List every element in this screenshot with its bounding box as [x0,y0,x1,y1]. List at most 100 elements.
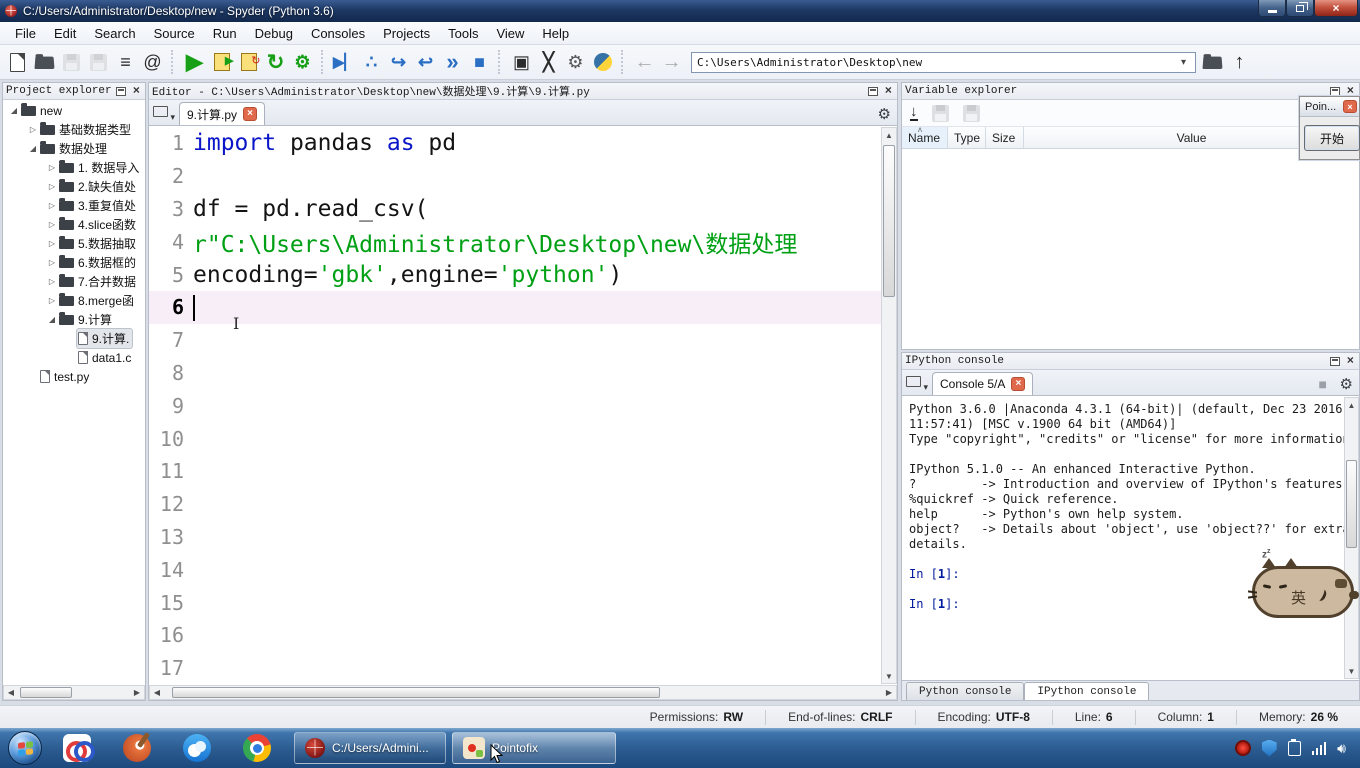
tree-item-new[interactable]: ◢ new [3,101,145,120]
scrollbar-thumb[interactable] [172,687,660,698]
code-line-5[interactable]: 5 encoding='gbk',engine='python') [149,258,881,291]
tree-item-基础数据类型[interactable]: ▷ 基础数据类型 [3,120,145,139]
directory-dropdown-icon[interactable]: ▾ [1181,57,1195,68]
code-line-17[interactable]: 17 [149,652,881,684]
scroll-up-icon[interactable]: ▲ [882,128,896,142]
run-selection-button[interactable]: ↻ [262,49,289,76]
debug-continue-button[interactable]: » [439,49,466,76]
column-header-name[interactable]: Name [902,127,948,148]
tree-item-1. 数据导入[interactable]: ▷ 1. 数据导入 [3,158,145,177]
code-line-3[interactable]: 3 df = pd.read_csv( [149,193,881,226]
tree-item-test.py[interactable]: test.py [3,367,145,386]
scroll-right-icon[interactable]: ▶ [130,686,144,699]
python-path-button[interactable] [589,49,616,76]
pointofix-title-bar[interactable]: Poin... × [1300,97,1359,117]
expand-arrow-icon[interactable]: ▷ [46,258,58,267]
rerun-cell-button[interactable]: ↻ [235,49,262,76]
tree-item-9.计算.[interactable]: 9.计算. [3,328,145,349]
undock-icon[interactable] [867,86,878,96]
network-signal-icon[interactable] [1311,741,1327,755]
close-pane-icon[interactable]: × [883,85,894,97]
collapse-arrow-icon[interactable]: ◢ [8,106,20,115]
menu-run[interactable]: Run [204,24,246,43]
interrupt-kernel-icon[interactable]: ■ [1319,376,1327,392]
paint-app-button[interactable] [114,728,160,768]
menu-consoles[interactable]: Consoles [302,24,374,43]
code-line-2[interactable]: 2 [149,160,881,193]
menu-tools[interactable]: Tools [439,24,487,43]
close-pane-icon[interactable]: × [1345,85,1356,97]
menu-search[interactable]: Search [85,24,144,43]
editor-vertical-scrollbar[interactable]: ▲ ▼ [881,127,897,684]
tools-button[interactable]: ⚙ [562,49,589,76]
volume-icon[interactable]: 🔊︎ [1337,740,1346,757]
taskbar-window-spyder[interactable]: C:/Users/Admini... [294,732,446,764]
scroll-down-icon[interactable]: ▼ [1345,664,1358,678]
code-line-15[interactable]: 15 [149,586,881,619]
browse-tabs-icon[interactable]: ▾ [906,373,928,393]
expand-arrow-icon[interactable]: ▷ [46,277,58,286]
console-vertical-scrollbar[interactable]: ▲ ▼ [1344,397,1359,679]
save-data-as-icon[interactable] [962,104,980,122]
tab-python-console[interactable]: Python console [906,682,1025,700]
import-data-icon[interactable]: ↓ [910,104,918,121]
tab-close-icon[interactable]: × [243,107,258,121]
close-button[interactable]: × [1314,0,1358,17]
browse-directory-button[interactable] [1199,49,1226,76]
editor-horizontal-scrollbar[interactable]: ◀ ▶ [149,685,897,700]
debug-step-into-button[interactable]: ↪ [385,49,412,76]
restore-button[interactable] [1286,0,1314,17]
expand-arrow-icon[interactable]: ▷ [46,163,58,172]
expand-arrow-icon[interactable]: ▷ [46,182,58,191]
menu-file[interactable]: File [6,24,45,43]
debug-button[interactable]: ▶▏ [331,49,358,76]
undock-icon[interactable] [1329,86,1340,96]
browser-app-button[interactable] [174,728,220,768]
back-button[interactable]: ← [631,49,658,76]
working-directory-input[interactable] [691,51,1196,73]
forward-button[interactable]: → [658,49,685,76]
close-pane-icon[interactable]: × [131,85,142,97]
save-all-button[interactable] [85,49,112,76]
expand-arrow-icon[interactable]: ▷ [46,220,58,229]
menu-debug[interactable]: Debug [246,24,302,43]
code-line-4[interactable]: 4 r"C:\Users\Administrator\Desktop\new\数据… [149,225,881,258]
expand-arrow-icon[interactable]: ▷ [46,201,58,210]
remote-app-button[interactable] [54,728,100,768]
undock-icon[interactable] [115,86,126,96]
project-horizontal-scrollbar[interactable]: ◀ ▶ [3,685,145,700]
symbol-finder-button[interactable]: @ [139,49,166,76]
expand-arrow-icon[interactable]: ▷ [27,125,39,134]
code-line-11[interactable]: 11 [149,455,881,488]
browse-tabs-icon[interactable]: ▾ [153,103,175,123]
code-area[interactable]: 1 import pandas as pd 2 3 df = pd.read_csv(4… [149,127,881,684]
pointofix-close-icon[interactable]: × [1343,100,1357,113]
console-options-gear-icon[interactable]: ⚙ [1340,375,1353,393]
code-line-16[interactable]: 16 [149,619,881,652]
tree-item-数据处理[interactable]: ◢ 数据处理 [3,139,145,158]
maximize-pane-button[interactable]: ▣ [508,49,535,76]
recorder-tray-icon[interactable] [1234,740,1251,756]
menu-edit[interactable]: Edit [45,24,85,43]
debug-stop-button[interactable]: ■ [466,49,493,76]
console-tab[interactable]: Console 5/A × [932,372,1034,395]
undock-icon[interactable] [1329,356,1340,366]
expand-arrow-icon[interactable]: ▷ [46,239,58,248]
tree-item-9.计算[interactable]: ◢ 9.计算 [3,310,145,329]
clipboard-tray-icon[interactable] [1287,738,1301,756]
code-line-7[interactable]: 7 [149,324,881,357]
scrollbar-thumb[interactable] [883,145,895,297]
tree-item-3.重复值处[interactable]: ▷ 3.重复值处 [3,196,145,215]
tree-item-5.数据抽取[interactable]: ▷ 5.数据抽取 [3,234,145,253]
menu-source[interactable]: Source [145,24,204,43]
code-line-9[interactable]: 9 [149,389,881,422]
save-button[interactable] [58,49,85,76]
run-cell-button[interactable]: ▶ [208,49,235,76]
editor-tab[interactable]: 9.计算.py × [179,102,266,125]
code-line-1[interactable]: 1 import pandas as pd [149,127,881,160]
menu-help[interactable]: Help [533,24,578,43]
debug-run-line-button[interactable]: ∴ [358,49,385,76]
open-file-button[interactable] [31,49,58,76]
save-data-icon[interactable] [931,104,949,122]
new-file-button[interactable] [4,49,31,76]
